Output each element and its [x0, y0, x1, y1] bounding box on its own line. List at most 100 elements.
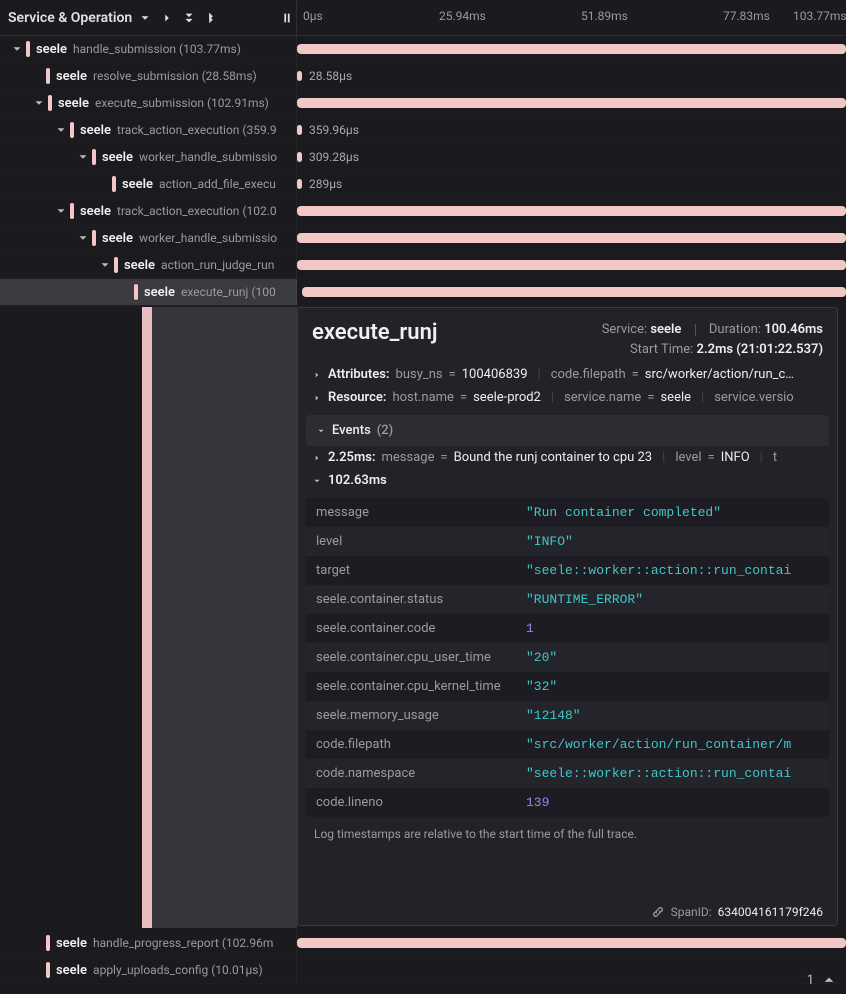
service-name: seele	[36, 42, 67, 57]
trace-row[interactable]: seele handle_progress_report (102.96m	[0, 930, 846, 957]
chevron-right-icon	[312, 453, 322, 463]
kv-row[interactable]: code.filepath "src/worker/action/run_con…	[306, 730, 829, 759]
span-bar[interactable]	[297, 125, 302, 135]
expand-all-icon[interactable]	[204, 11, 218, 25]
pause-icon[interactable]	[280, 11, 294, 25]
kv-row[interactable]: target "seele::worker::action::run_conta…	[306, 556, 829, 585]
link-icon	[651, 905, 665, 919]
chevron-down-icon[interactable]	[76, 150, 90, 164]
operation-name: apply_uploads_config (10.01µs)	[93, 963, 263, 977]
selection-fill	[152, 307, 297, 928]
start-value: 2.2ms (21:01:22.537)	[697, 342, 823, 357]
span-bar[interactable]	[297, 233, 846, 243]
trace-row[interactable]: seele track_action_execution (359.9 359.…	[0, 117, 846, 144]
kv-key: message	[316, 505, 526, 520]
operation-name: handle_submission (103.77ms)	[73, 42, 241, 56]
trace-row[interactable]: seele track_action_execution (102.0	[0, 198, 846, 225]
service-color-mark	[134, 284, 138, 300]
span-bar[interactable]	[297, 44, 846, 54]
chevron-down-icon[interactable]	[54, 204, 68, 218]
service-color-mark	[92, 230, 96, 246]
kv-value: "seele::worker::action::run_contai	[526, 766, 819, 781]
service-name: seele	[80, 204, 111, 219]
event-collapsed[interactable]: 2.25ms: message = Bound the runj contain…	[298, 446, 837, 469]
log-note: Log timestamps are relative to the start…	[298, 823, 837, 845]
span-id-footer[interactable]: SpanID: 634004161179f246	[651, 905, 823, 919]
service-name: seele	[102, 231, 133, 246]
span-bar[interactable]	[297, 152, 302, 162]
trace-row[interactable]: seele action_run_judge_run	[0, 252, 846, 279]
span-duration-label: 28.58µs	[309, 69, 352, 83]
span-bar[interactable]	[297, 938, 846, 948]
duration-label: Duration:	[709, 322, 761, 337]
kv-key: seele.container.cpu_user_time	[316, 650, 526, 665]
span-duration-label: 289µs	[309, 177, 342, 191]
kv-value: 139	[526, 795, 819, 810]
trace-row[interactable]: seele worker_handle_submissio	[0, 225, 846, 252]
trace-row[interactable]: seele handle_submission (103.77ms)	[0, 36, 846, 63]
pager: 1	[807, 973, 836, 988]
span-bar[interactable]	[302, 287, 846, 297]
operation-name: action_run_judge_run	[161, 258, 274, 272]
scroll-top-icon[interactable]	[822, 974, 836, 988]
resource-row[interactable]: Resource: host.name = seele-prod2 | serv…	[298, 386, 837, 409]
chevron-down-icon[interactable]	[98, 258, 112, 272]
tick: 103.77ms	[793, 9, 846, 23]
service-color-mark	[48, 95, 52, 111]
chevron-down-icon[interactable]	[10, 42, 24, 56]
span-bar[interactable]	[297, 179, 302, 189]
kv-key: seele.container.status	[316, 592, 526, 607]
collapse-all-icon[interactable]	[182, 11, 196, 25]
span-duration-label: 309.28µs	[309, 150, 359, 164]
service-color-mark	[46, 962, 50, 978]
operation-name: execute_submission (102.91ms)	[95, 96, 269, 110]
kv-row[interactable]: seele.container.cpu_user_time "20"	[306, 643, 829, 672]
kv-row[interactable]: seele.container.cpu_kernel_time "32"	[306, 672, 829, 701]
trace-row[interactable]: seele resolve_submission (28.58ms) 28.58…	[0, 63, 846, 90]
kv-row[interactable]: seele.memory_usage "12148"	[306, 701, 829, 730]
attributes-row[interactable]: Attributes: busy_ns = 100406839 | code.f…	[298, 363, 837, 386]
span-detail-panel: execute_runj Service: seele Duration: 10…	[297, 307, 838, 926]
chevron-right-icon[interactable]	[160, 11, 174, 25]
trace-row[interactable]: seele execute_submission (102.91ms)	[0, 90, 846, 117]
span-bar[interactable]	[297, 206, 846, 216]
events-header[interactable]: Events (2)	[306, 415, 829, 446]
tick: 0µs	[303, 9, 323, 23]
kv-value: "seele::worker::action::run_contai	[526, 563, 819, 578]
chevron-down-icon[interactable]	[54, 123, 68, 137]
service-color-mark	[46, 68, 50, 84]
tree-header-title: Service & Operation	[8, 10, 132, 26]
trace-row[interactable]: seele execute_runj (100	[0, 279, 846, 306]
service-name: seele	[122, 177, 153, 192]
operation-name: handle_progress_report (102.96m	[93, 936, 273, 950]
service-color-mark	[114, 257, 118, 273]
service-value: seele	[650, 322, 681, 337]
operation-name: track_action_execution (102.0	[117, 204, 277, 218]
service-color-mark	[70, 122, 74, 138]
event-expanded-header[interactable]: 102.63ms	[298, 469, 837, 492]
kv-key: target	[316, 563, 526, 578]
span-bar[interactable]	[297, 98, 846, 108]
trace-row[interactable]: seele action_add_file_execu 289µs	[0, 171, 846, 198]
chevron-down-icon[interactable]	[32, 96, 46, 110]
detail-title: execute_runj	[312, 320, 438, 345]
service-name: seele	[124, 258, 155, 273]
kv-key: code.namespace	[316, 766, 526, 781]
duration-value: 100.46ms	[764, 322, 823, 337]
service-color-mark	[26, 41, 30, 57]
tick: 77.83ms	[723, 9, 770, 23]
tick: 25.94ms	[439, 9, 486, 23]
kv-row[interactable]: seele.container.status "RUNTIME_ERROR"	[306, 585, 829, 614]
span-bar[interactable]	[297, 260, 846, 270]
chevron-down-icon[interactable]	[76, 231, 90, 245]
trace-row[interactable]: seele apply_uploads_config (10.01µs)	[0, 957, 846, 984]
span-bar[interactable]	[297, 71, 302, 81]
trace-row[interactable]: seele worker_handle_submissio 309.28µs	[0, 144, 846, 171]
kv-value: "32"	[526, 679, 819, 694]
kv-row[interactable]: seele.container.code 1	[306, 614, 829, 643]
kv-row[interactable]: code.lineno 139	[306, 788, 829, 817]
kv-row[interactable]: level "INFO"	[306, 527, 829, 556]
tree-header[interactable]: Service & Operation	[0, 0, 297, 35]
kv-row[interactable]: message "Run container completed"	[306, 498, 829, 527]
kv-row[interactable]: code.namespace "seele::worker::action::r…	[306, 759, 829, 788]
